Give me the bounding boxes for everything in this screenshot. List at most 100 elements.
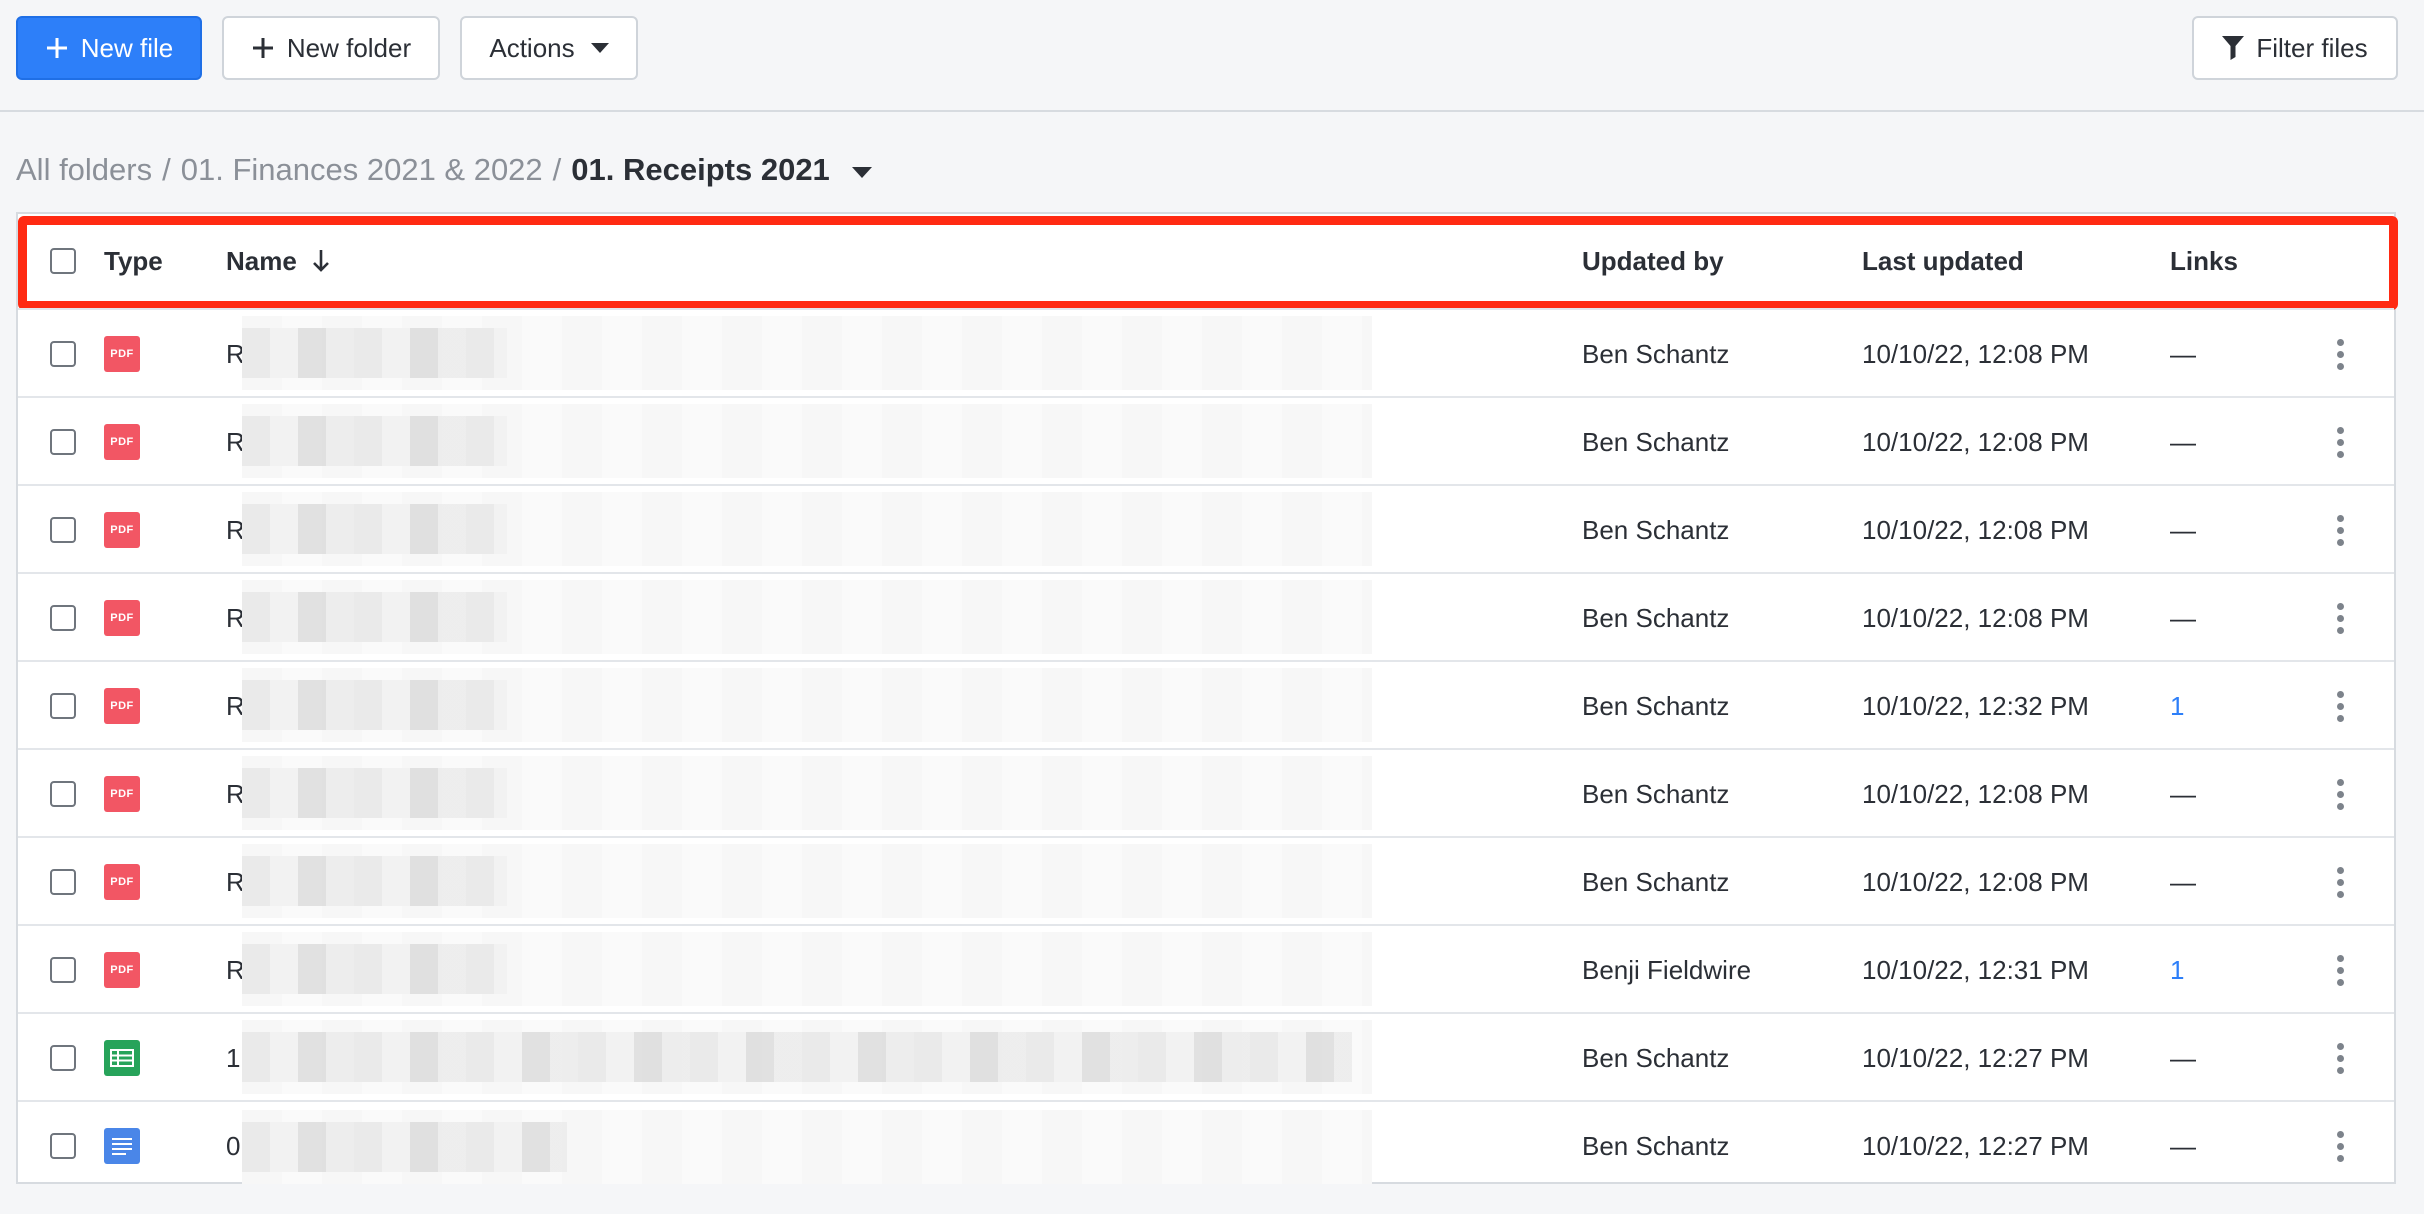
row-more-options[interactable] — [2330, 1014, 2350, 1102]
file-name[interactable]: 1 — [226, 1014, 240, 1102]
new-folder-button[interactable]: New folder — [222, 16, 440, 80]
last-updated: 10/10/22, 12:27 PM — [1862, 1042, 2089, 1073]
table-row[interactable]: PDF R Ben Schantz 10/10/22, 12:08 PM — — [18, 396, 2394, 484]
kebab-menu-icon[interactable] — [2330, 510, 2350, 550]
column-name-label: Name — [226, 245, 297, 276]
links-count: — — [2170, 426, 2196, 457]
arrow-down-icon — [311, 248, 331, 274]
table-row[interactable]: PDF R Ben Schantz 10/10/22, 12:32 PM 1 — [18, 660, 2394, 748]
file-type-cell — [104, 1102, 140, 1190]
updated-by: Ben Schantz — [1582, 690, 1730, 721]
links-count[interactable]: 1 — [2170, 926, 2184, 1014]
document-file-icon — [104, 1128, 140, 1164]
last-updated: 10/10/22, 12:08 PM — [1862, 778, 2089, 809]
row-checkbox[interactable] — [50, 574, 76, 662]
column-type[interactable]: Type — [104, 244, 163, 278]
pdf-file-icon: PDF — [104, 600, 140, 636]
table-row[interactable]: PDF R Ben Schantz 10/10/22, 12:08 PM — — [18, 836, 2394, 924]
kebab-menu-icon[interactable] — [2330, 862, 2350, 902]
kebab-menu-icon[interactable] — [2330, 950, 2350, 990]
file-type-cell: PDF — [104, 398, 140, 486]
column-name[interactable]: Name — [226, 244, 331, 278]
breadcrumb-current-folder: 01. Receipts 2021 — [571, 152, 830, 187]
redacted-name — [242, 416, 507, 466]
links-count: — — [2170, 514, 2196, 545]
breadcrumb-separator: / — [162, 152, 171, 187]
column-last-updated[interactable]: Last updated — [1862, 244, 2024, 278]
row-checkbox[interactable] — [50, 926, 76, 1014]
chevron-down-icon[interactable] — [851, 166, 872, 178]
file-type-cell: PDF — [104, 486, 140, 574]
redacted-name — [242, 680, 507, 730]
last-updated: 10/10/22, 12:32 PM — [1862, 690, 2089, 721]
new-file-label: New file — [80, 32, 174, 63]
links-count: — — [2170, 338, 2196, 369]
row-checkbox[interactable] — [50, 838, 76, 926]
toolbar: New file New folder Actions Filter files — [0, 0, 2424, 112]
row-checkbox[interactable] — [50, 486, 76, 574]
last-updated: 10/10/22, 12:31 PM — [1862, 954, 2089, 985]
row-checkbox[interactable] — [50, 750, 76, 838]
column-updated-by[interactable]: Updated by — [1582, 244, 1724, 278]
pdf-file-icon: PDF — [104, 424, 140, 460]
file-name[interactable]: 0 — [226, 1102, 240, 1190]
row-more-options[interactable] — [2330, 574, 2350, 662]
row-more-options[interactable] — [2330, 398, 2350, 486]
actions-dropdown[interactable]: Actions — [460, 16, 638, 80]
links-count[interactable]: 1 — [2170, 662, 2184, 750]
kebab-menu-icon[interactable] — [2330, 598, 2350, 638]
table-row[interactable]: PDF R Ben Schantz 10/10/22, 12:08 PM — — [18, 572, 2394, 660]
table-row[interactable]: PDF R Ben Schantz 10/10/22, 12:08 PM — — [18, 308, 2394, 396]
plus-icon — [251, 36, 275, 60]
row-more-options[interactable] — [2330, 310, 2350, 398]
last-updated: 10/10/22, 12:08 PM — [1862, 426, 2089, 457]
updated-by: Ben Schantz — [1582, 426, 1730, 457]
kebab-menu-icon[interactable] — [2330, 1038, 2350, 1078]
select-all-checkbox[interactable] — [50, 248, 76, 274]
filter-icon — [2222, 35, 2245, 61]
kebab-menu-icon[interactable] — [2330, 1126, 2350, 1166]
redacted-name — [242, 504, 507, 554]
table-row[interactable]: 0 Ben Schantz 10/10/22, 12:27 PM — — [18, 1100, 2394, 1186]
last-updated: 10/10/22, 12:08 PM — [1862, 338, 2089, 369]
updated-by: Ben Schantz — [1582, 514, 1730, 545]
last-updated: 10/10/22, 12:08 PM — [1862, 602, 2089, 633]
row-checkbox[interactable] — [50, 1014, 76, 1102]
column-links[interactable]: Links — [2170, 244, 2238, 278]
breadcrumb-finances-folder[interactable]: 01. Finances 2021 & 2022 — [181, 152, 543, 188]
pdf-file-icon: PDF — [104, 952, 140, 988]
row-more-options[interactable] — [2330, 1102, 2350, 1190]
table-row[interactable]: PDF R Ben Schantz 10/10/22, 12:08 PM — — [18, 748, 2394, 836]
row-checkbox[interactable] — [50, 398, 76, 486]
row-more-options[interactable] — [2330, 926, 2350, 1014]
redacted-name — [242, 328, 507, 378]
new-file-button[interactable]: New file — [16, 16, 202, 80]
row-more-options[interactable] — [2330, 838, 2350, 926]
row-checkbox[interactable] — [50, 1102, 76, 1190]
redacted-name — [242, 1032, 1352, 1082]
kebab-menu-icon[interactable] — [2330, 686, 2350, 726]
row-checkbox[interactable] — [50, 310, 76, 398]
table-row[interactable]: PDF R Ben Schantz 10/10/22, 12:08 PM — — [18, 484, 2394, 572]
row-more-options[interactable] — [2330, 662, 2350, 750]
updated-by: Ben Schantz — [1582, 778, 1730, 809]
kebab-menu-icon[interactable] — [2330, 774, 2350, 814]
filter-files-label: Filter files — [2256, 32, 2368, 63]
kebab-menu-icon[interactable] — [2330, 422, 2350, 462]
table-row[interactable]: PDF R Benji Fieldwire 10/10/22, 12:31 PM… — [18, 924, 2394, 1012]
breadcrumb-all-folders[interactable]: All folders — [16, 152, 152, 188]
row-more-options[interactable] — [2330, 486, 2350, 574]
links-count: — — [2170, 866, 2196, 897]
filter-files-button[interactable]: Filter files — [2192, 16, 2398, 80]
pdf-file-icon: PDF — [104, 776, 140, 812]
row-checkbox[interactable] — [50, 662, 76, 750]
row-more-options[interactable] — [2330, 750, 2350, 838]
new-folder-label: New folder — [286, 32, 412, 63]
redacted-name — [242, 592, 507, 642]
spreadsheet-file-icon — [104, 1040, 140, 1076]
chevron-down-icon — [590, 43, 609, 53]
table-header: Type Name Updated by Last updated Links — [18, 214, 2394, 308]
table-row[interactable]: 1 Ben Schantz 10/10/22, 12:27 PM — — [18, 1012, 2394, 1100]
kebab-menu-icon[interactable] — [2330, 334, 2350, 374]
links-count: — — [2170, 778, 2196, 809]
